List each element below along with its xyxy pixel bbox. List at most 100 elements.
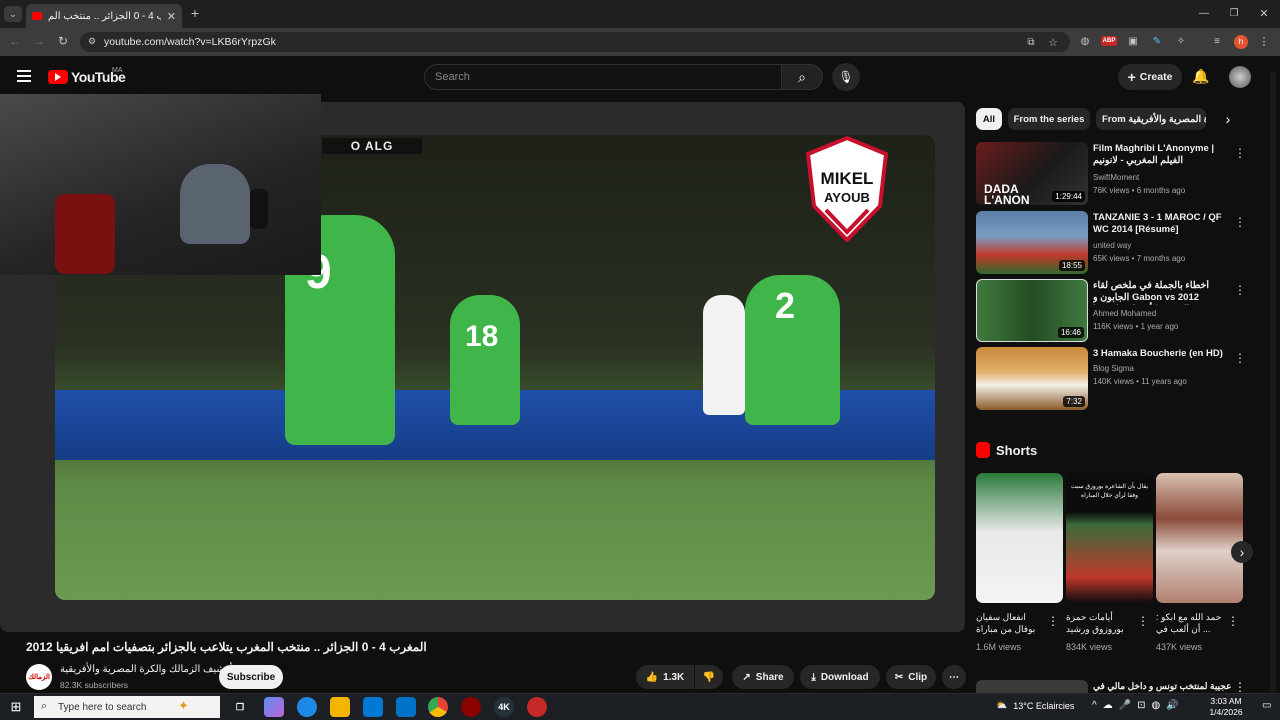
adblock-extension-icon[interactable]: ABP <box>1101 36 1117 46</box>
outlook-icon[interactable] <box>396 697 416 717</box>
notifications-bell-icon[interactable]: 🔔 <box>1192 67 1210 85</box>
media-app-icon[interactable] <box>527 697 547 717</box>
bookmark-star-icon[interactable]: ☆ <box>1046 35 1060 49</box>
more-vertical-icon[interactable]: ⋮ <box>1047 614 1059 628</box>
channel-avatar[interactable]: الزمالك <box>26 664 52 690</box>
like-button[interactable]: 👍 1.3K <box>636 665 694 689</box>
chrome-icon[interactable] <box>428 697 448 717</box>
app-icon[interactable] <box>461 697 481 717</box>
windows-start-icon[interactable]: ⊞ <box>8 699 24 715</box>
chip-from-series[interactable]: From the series <box>1008 108 1090 130</box>
more-actions-button[interactable]: ⋯ <box>942 665 966 689</box>
task-view-icon[interactable]: ❐ <box>230 697 250 717</box>
close-window-icon[interactable]: ✕ <box>1256 6 1272 20</box>
browser-menu-icon[interactable]: ⋮ <box>1258 34 1270 48</box>
plus-icon: + <box>1127 69 1136 85</box>
taskbar-clock[interactable]: 3:03 AM 1/4/2026 <box>1202 696 1250 718</box>
short-title[interactable]: أيامات حمزة بوروزوق ورشيد <box>1066 611 1138 637</box>
video-thumbnail[interactable] <box>976 680 1088 693</box>
more-vertical-icon[interactable]: ⋮ <box>1137 614 1149 628</box>
rec-title[interactable]: 3 Hamaka Boucherie (en HD) <box>1093 348 1231 360</box>
video-thumbnail[interactable]: DADA L'ANON 1:29:44 <box>976 142 1088 205</box>
url-text: youtube.com/watch?v=LKB6rYrpzGk <box>104 36 276 48</box>
search-input[interactable]: Search <box>424 64 782 90</box>
shorts-next-arrow-icon[interactable]: › <box>1231 541 1253 563</box>
rec-title[interactable]: نهاية عجيبة لمنتخب تونس و داخل مالي في <box>1093 681 1233 693</box>
list-item[interactable]: 16:46 أخطاء بالجملة في ملخص لقاء الجابون… <box>976 279 1246 343</box>
edge-icon[interactable] <box>297 697 317 717</box>
extension-2-icon[interactable]: ▣ <box>1126 34 1140 48</box>
profile-avatar-icon[interactable]: h <box>1234 35 1248 49</box>
clip-button[interactable]: ✂ Clip <box>886 665 936 689</box>
channel-name[interactable]: أرشيف الزمالك والكرة المصرية والأفريقية <box>60 664 232 675</box>
list-item[interactable]: DADA L'ANON 1:29:44 Film Maghribi L'Anon… <box>976 142 1246 206</box>
voice-search-button[interactable]: 🎙 <box>832 63 860 91</box>
share-label: Share <box>755 671 784 683</box>
rec-title[interactable]: Film Maghribi L'Anonyme | الفيلم المغربي… <box>1093 143 1231 167</box>
rec-title[interactable]: أخطاء بالجملة في ملخص لقاء الجابون و Gab… <box>1093 280 1231 305</box>
more-vertical-icon[interactable]: ⋮ <box>1234 215 1246 229</box>
file-explorer-icon[interactable] <box>330 697 350 717</box>
more-vertical-icon[interactable]: ⋮ <box>1234 146 1246 160</box>
store-icon[interactable] <box>363 697 383 717</box>
chip-all[interactable]: All <box>976 108 1002 130</box>
video-thumbnail[interactable]: 7:32 <box>976 347 1088 410</box>
reload-icon[interactable]: ↻ <box>56 34 70 48</box>
address-bar[interactable]: ⚙ youtube.com/watch?v=LKB6rYrpzGk ⧉ ☆ <box>80 32 1070 52</box>
download-button[interactable]: ⤓ Download <box>800 665 880 689</box>
list-item[interactable]: 7:32 3 Hamaka Boucherie (en HD) Blog Sig… <box>976 347 1246 411</box>
short-title[interactable]: حمد الله مع ابكو : ... أن ألعب في <box>1156 611 1228 637</box>
extensions-puzzle-icon[interactable]: ✧ <box>1174 34 1188 48</box>
4k-app-icon[interactable]: 4K <box>494 697 514 717</box>
subscribe-button[interactable]: Subscribe <box>219 665 283 689</box>
new-tab-icon[interactable]: + <box>188 5 202 21</box>
short-thumbnail[interactable] <box>1156 473 1243 603</box>
download-icon: ⤓ <box>811 671 816 683</box>
duration-badge: 16:46 <box>1057 327 1084 338</box>
video-thumbnail[interactable]: 16:46 <box>976 279 1088 342</box>
rec-channel[interactable]: Ahmed Mohamed <box>1093 309 1156 318</box>
rec-channel[interactable]: SwiftMoment <box>1093 173 1139 182</box>
short-title[interactable]: انفعال سفيان بوفال من مباراة <box>976 611 1048 637</box>
forward-icon[interactable]: → <box>32 34 46 48</box>
dislike-button[interactable]: 👎 <box>695 665 723 689</box>
chip-from-channel[interactable]: From الزمالك والكرة المصرية والأفريقية <box>1096 108 1206 130</box>
search-button[interactable]: ⌕ <box>781 64 823 90</box>
back-icon[interactable]: ← <box>8 34 22 48</box>
minimize-icon[interactable]: — <box>1196 6 1212 20</box>
more-vertical-icon[interactable]: ⋮ <box>1234 283 1246 297</box>
more-vertical-icon[interactable]: ⋮ <box>1234 351 1246 365</box>
extension-3-icon[interactable]: ✎ <box>1150 34 1164 48</box>
weather-widget[interactable]: ⛅ 13°C Eclaircies <box>996 700 1074 711</box>
rec-channel[interactable]: Blog Sigma <box>1093 364 1134 373</box>
rec-channel[interactable]: united way <box>1093 241 1131 250</box>
browser-tab[interactable]: المغرب 4 - 0 الجزائر .. منتخب الم ✕ <box>26 4 182 28</box>
share-button[interactable]: ↗ Share <box>732 665 794 689</box>
chevron-right-icon[interactable]: › <box>1220 111 1236 127</box>
download-label: Download <box>820 671 869 683</box>
short-thumbnail[interactable]: يقال بأن الشاعرة بوروزق سبت وفقا لرأي خل… <box>1066 473 1153 603</box>
notification-icon[interactable]: ▭ <box>1262 700 1271 711</box>
video-thumbnail[interactable]: 18:55 <box>976 211 1088 274</box>
site-info-icon[interactable]: ⚙ <box>86 35 98 47</box>
scrollbar[interactable] <box>1270 72 1276 692</box>
create-button[interactable]: + Create <box>1118 64 1182 90</box>
account-avatar[interactable] <box>1229 66 1251 88</box>
more-vertical-icon[interactable]: ⋮ <box>1227 614 1239 628</box>
extension-icon[interactable]: ◍ <box>1078 34 1092 48</box>
reading-list-icon[interactable]: ≡ <box>1210 34 1224 48</box>
copilot-icon[interactable] <box>264 697 284 717</box>
list-item[interactable]: 18:55 TANZANIE 3 - 1 MAROC / QF WC 2014 … <box>976 211 1246 275</box>
install-app-icon[interactable]: ⧉ <box>1024 35 1038 49</box>
rec-title[interactable]: TANZANIE 3 - 1 MAROC / QF WC 2014 [Résum… <box>1093 212 1231 236</box>
hamburger-menu-icon[interactable] <box>17 70 31 82</box>
close-tab-icon[interactable]: ✕ <box>167 10 176 23</box>
restore-icon[interactable]: ❐ <box>1226 6 1242 20</box>
tab-search-icon[interactable]: ⌄ <box>4 6 22 22</box>
system-tray-icons[interactable]: ^☁🎤⊡◍🔊 <box>1092 700 1185 711</box>
short-thumbnail[interactable] <box>976 473 1063 603</box>
video-title: المغرب 4 - 0 الجزائر .. منتخب المغرب يتل… <box>26 640 427 654</box>
taskbar-search-input[interactable]: ⌕ Type here to search ✦ <box>34 696 220 718</box>
rec-meta: 76K views • 6 months ago <box>1093 186 1186 195</box>
more-vertical-icon[interactable]: ⋮ <box>1234 680 1246 694</box>
